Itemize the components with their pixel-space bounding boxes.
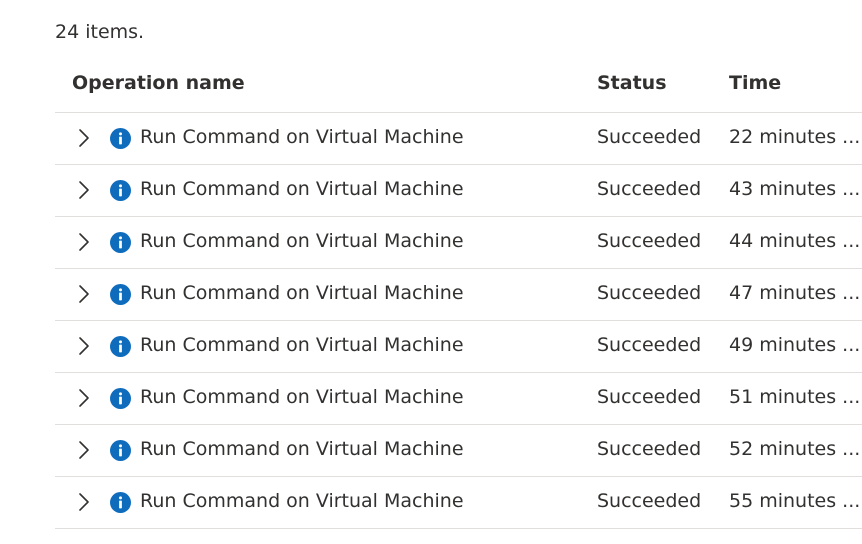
item-count: 24 items. — [55, 21, 145, 43]
chevron-right-icon[interactable] — [77, 388, 91, 408]
status-text: Succeeded — [597, 386, 702, 408]
status-text: Succeeded — [597, 282, 702, 304]
table-body: Run Command on Virtual Machine Succeeded… — [55, 113, 862, 529]
table-row[interactable]: Run Command on Virtual Machine Succeeded… — [55, 217, 862, 269]
table-row[interactable]: Run Command on Virtual Machine Succeeded… — [55, 373, 862, 425]
time-text: 44 minutes ... — [729, 230, 861, 252]
chevron-right-icon[interactable] — [77, 128, 91, 148]
chevron-right-icon[interactable] — [77, 180, 91, 200]
operation-name[interactable]: Run Command on Virtual Machine — [140, 334, 464, 356]
chevron-right-icon[interactable] — [77, 284, 91, 304]
column-header-time[interactable]: Time — [729, 72, 781, 94]
operation-name[interactable]: Run Command on Virtual Machine — [140, 126, 464, 148]
time-text: 55 minutes ... — [729, 490, 861, 512]
table-row[interactable]: Run Command on Virtual Machine Succeeded… — [55, 113, 862, 165]
time-text: 52 minutes ... — [729, 438, 861, 460]
column-header-status[interactable]: Status — [597, 72, 667, 94]
operation-name[interactable]: Run Command on Virtual Machine — [140, 282, 464, 304]
table-row[interactable]: Run Command on Virtual Machine Succeeded… — [55, 425, 862, 477]
time-text: 22 minutes ... — [729, 126, 861, 148]
info-icon — [110, 232, 131, 253]
table-row[interactable]: Run Command on Virtual Machine Succeeded… — [55, 165, 862, 217]
table-header: Operation name Status Time — [55, 60, 862, 113]
status-text: Succeeded — [597, 126, 702, 148]
operation-name[interactable]: Run Command on Virtual Machine — [140, 490, 464, 512]
activity-log-table: Operation name Status Time Run Command o… — [55, 60, 862, 529]
time-text: 43 minutes ... — [729, 178, 861, 200]
operation-name[interactable]: Run Command on Virtual Machine — [140, 438, 464, 460]
table-row[interactable]: Run Command on Virtual Machine Succeeded… — [55, 321, 862, 373]
status-text: Succeeded — [597, 334, 702, 356]
time-text: 49 minutes ... — [729, 334, 861, 356]
chevron-right-icon[interactable] — [77, 440, 91, 460]
info-icon — [110, 388, 131, 409]
status-text: Succeeded — [597, 178, 702, 200]
info-icon — [110, 440, 131, 461]
table-row[interactable]: Run Command on Virtual Machine Succeeded… — [55, 477, 862, 529]
status-text: Succeeded — [597, 230, 702, 252]
table-row[interactable]: Run Command on Virtual Machine Succeeded… — [55, 269, 862, 321]
info-icon — [110, 128, 131, 149]
time-text: 51 minutes ... — [729, 386, 861, 408]
info-icon — [110, 336, 131, 357]
time-text: 47 minutes ... — [729, 282, 861, 304]
column-header-operation-name[interactable]: Operation name — [72, 72, 245, 94]
status-text: Succeeded — [597, 490, 702, 512]
info-icon — [110, 492, 131, 513]
chevron-right-icon[interactable] — [77, 336, 91, 356]
operation-name[interactable]: Run Command on Virtual Machine — [140, 178, 464, 200]
info-icon — [110, 180, 131, 201]
operation-name[interactable]: Run Command on Virtual Machine — [140, 386, 464, 408]
chevron-right-icon[interactable] — [77, 492, 91, 512]
chevron-right-icon[interactable] — [77, 232, 91, 252]
info-icon — [110, 284, 131, 305]
status-text: Succeeded — [597, 438, 702, 460]
operation-name[interactable]: Run Command on Virtual Machine — [140, 230, 464, 252]
